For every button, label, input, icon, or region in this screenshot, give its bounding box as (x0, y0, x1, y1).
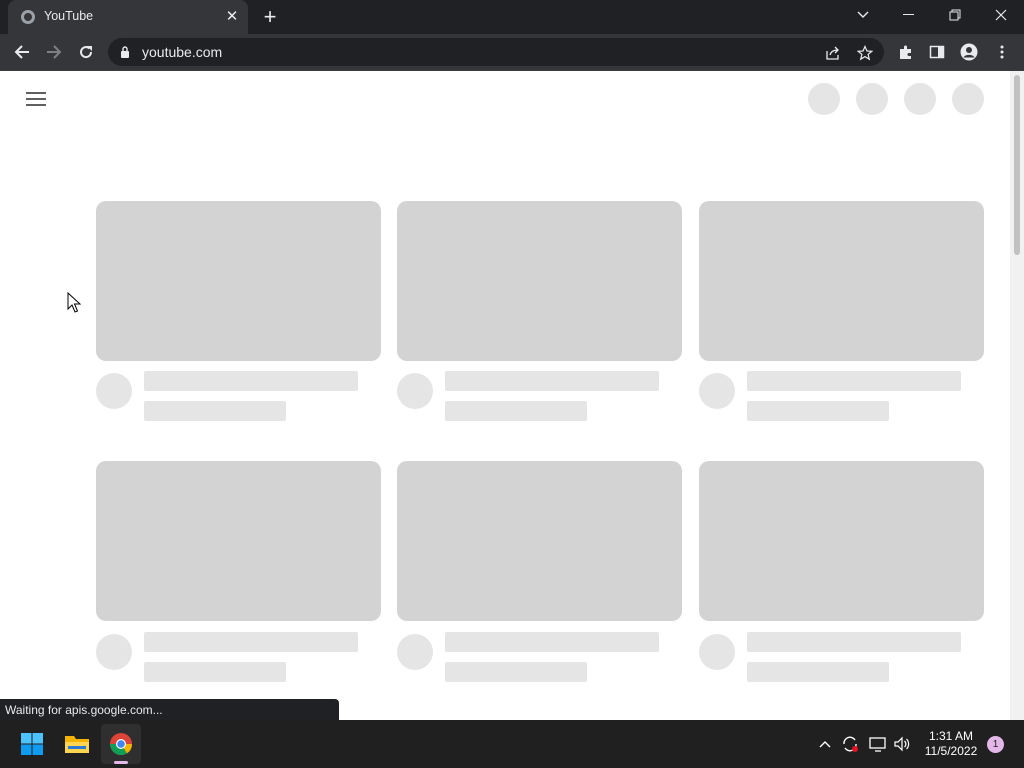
side-panel-button[interactable] (922, 37, 952, 67)
speaker-icon (894, 736, 910, 752)
browser-title-bar: YouTube ✕ + (0, 0, 1024, 34)
thumbnail-placeholder (397, 461, 682, 621)
folder-icon (65, 736, 89, 753)
taskbar-clock[interactable]: 1:31 AM 11/5/2022 (916, 729, 986, 759)
arrow-right-icon (47, 45, 62, 59)
chevron-up-icon (819, 741, 831, 748)
side-panel-icon (929, 45, 945, 59)
browser-menu-button[interactable] (987, 37, 1017, 67)
kebab-menu-icon (1000, 45, 1004, 59)
show-hidden-icons-button[interactable] (814, 732, 836, 756)
title-placeholder (144, 632, 358, 652)
browser-toolbar: youtube.com (0, 34, 1024, 70)
channel-avatar-placeholder (699, 634, 735, 670)
sync-tray-icon[interactable] (839, 732, 861, 756)
header-placeholder-circle (808, 83, 840, 115)
channel-avatar-placeholder (397, 373, 433, 409)
title-placeholder (144, 371, 358, 391)
profile-icon (960, 43, 978, 61)
network-tray-icon[interactable] (867, 732, 889, 756)
restore-icon (949, 9, 961, 21)
title-placeholder (445, 371, 659, 391)
hamburger-menu-icon[interactable] (26, 91, 46, 107)
title-placeholder (747, 632, 961, 652)
thumbnail-placeholder (699, 201, 984, 361)
profile-button[interactable] (954, 37, 984, 67)
back-button[interactable] (7, 37, 37, 67)
meta-placeholder (747, 401, 889, 421)
header-placeholder-circle (856, 83, 888, 115)
lock-icon (121, 46, 129, 58)
clock-date: 11/5/2022 (924, 744, 978, 758)
new-tab-button[interactable]: + (259, 6, 281, 28)
clock-time: 1:31 AM (928, 729, 974, 743)
scrollbar-thumb[interactable] (1014, 75, 1020, 255)
youtube-page (0, 71, 1010, 720)
thumbnail-placeholder (96, 201, 381, 361)
minimize-icon (903, 14, 914, 15)
forward-button[interactable] (39, 37, 69, 67)
reload-button[interactable] (71, 37, 101, 67)
volume-tray-icon[interactable] (891, 732, 913, 756)
header-placeholder-circle (904, 83, 936, 115)
title-placeholder (747, 371, 961, 391)
meta-placeholder (144, 401, 286, 421)
tab-close-button[interactable]: ✕ (223, 8, 241, 26)
globe-icon (21, 10, 35, 24)
puzzle-icon (900, 45, 911, 59)
chrome-icon (110, 733, 133, 756)
arrow-left-icon (14, 45, 29, 59)
channel-avatar-placeholder (699, 373, 735, 409)
close-icon (995, 9, 1007, 21)
channel-avatar-placeholder (96, 373, 132, 409)
tab-youtube[interactable]: YouTube ✕ (8, 0, 248, 34)
channel-avatar-placeholder (397, 634, 433, 670)
bookmark-button[interactable] (854, 42, 876, 64)
network-icon (869, 737, 886, 752)
share-button[interactable] (822, 42, 844, 64)
close-window-button[interactable] (978, 0, 1024, 30)
status-bubble: Waiting for apis.google.com... (0, 699, 339, 720)
share-icon (826, 46, 839, 60)
url-text: youtube.com (142, 44, 223, 60)
mouse-cursor-icon (67, 292, 81, 313)
thumbnail-placeholder (397, 201, 682, 361)
meta-placeholder (445, 401, 587, 421)
meta-placeholder (747, 662, 889, 682)
header-placeholder-circle (952, 83, 984, 115)
title-placeholder (445, 632, 659, 652)
windows-taskbar: 1:31 AM 11/5/2022 1 (0, 720, 1024, 768)
thumbnail-placeholder (96, 461, 381, 621)
channel-avatar-placeholder (96, 634, 132, 670)
chrome-taskbar-button[interactable] (101, 724, 141, 764)
file-explorer-button[interactable] (57, 724, 97, 764)
active-app-indicator (114, 761, 128, 764)
star-icon (857, 45, 873, 61)
chevron-down-icon (857, 11, 869, 18)
meta-placeholder (445, 662, 587, 682)
reload-icon (80, 46, 93, 59)
minimize-button[interactable] (886, 0, 932, 30)
extensions-button[interactable] (891, 37, 921, 67)
meta-placeholder (144, 662, 286, 682)
restore-button[interactable] (932, 0, 978, 30)
notification-badge[interactable]: 1 (987, 736, 1004, 753)
page-scrollbar[interactable] (1010, 71, 1024, 720)
tab-title: YouTube (44, 9, 94, 23)
windows-logo-icon (21, 733, 43, 755)
start-button[interactable] (12, 724, 52, 764)
tab-search-button[interactable] (840, 0, 886, 30)
sync-icon (843, 736, 858, 752)
thumbnail-placeholder (699, 461, 984, 621)
address-bar[interactable]: youtube.com (108, 38, 884, 66)
